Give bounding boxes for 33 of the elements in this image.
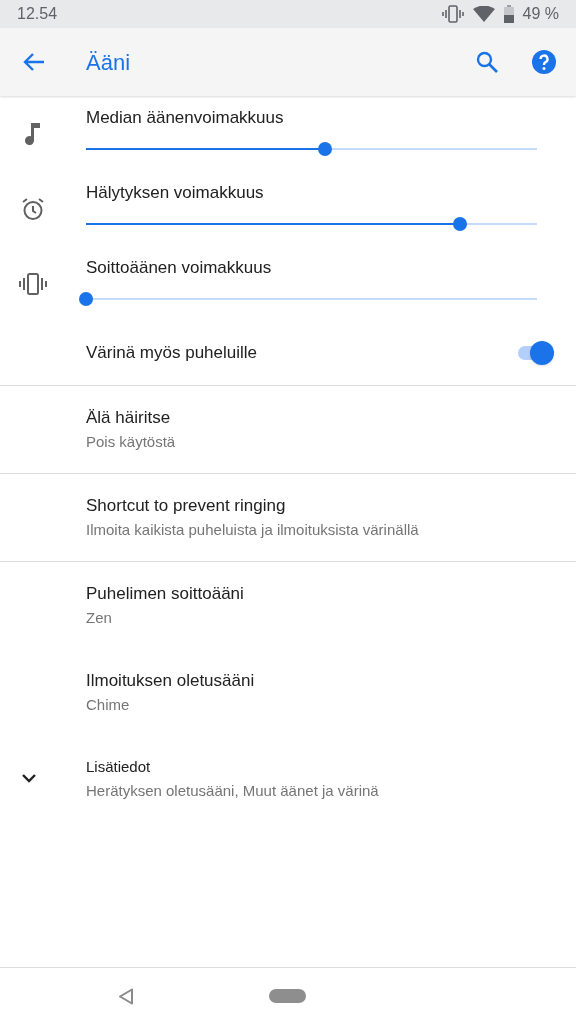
setting-title: Hälytyksen voimakkuus bbox=[86, 182, 265, 204]
alarm-clock-icon bbox=[21, 196, 45, 221]
slider-thumb[interactable] bbox=[318, 142, 332, 156]
battery-icon bbox=[503, 5, 514, 23]
toggle-switch[interactable] bbox=[516, 341, 554, 365]
wifi-icon bbox=[472, 6, 495, 22]
setting-summary: Zen bbox=[86, 608, 113, 628]
setting-title: Median äänenvoimakkuus bbox=[86, 107, 285, 129]
setting-summary: Herätyksen oletusääni, Muut äänet ja värinä bbox=[86, 781, 380, 801]
vibrate-icon bbox=[441, 5, 464, 23]
setting-title: Soittoäänen voimakkuus bbox=[86, 257, 273, 279]
setting-summary: Chime bbox=[86, 695, 131, 715]
music-note-icon bbox=[25, 122, 41, 145]
vibrate-icon bbox=[18, 272, 48, 295]
setting-summary: Ilmoita kaikista puheluista ja ilmoituksista värinällä bbox=[86, 520, 420, 540]
setting-title: Värinä myös puheluille bbox=[86, 342, 258, 365]
slider-thumb[interactable] bbox=[453, 217, 468, 231]
search-icon[interactable] bbox=[475, 50, 499, 74]
chevron-icon[interactable] bbox=[22, 774, 36, 783]
status-time: 12.54 bbox=[17, 4, 58, 24]
setting-title: Puhelimen soittoääni bbox=[86, 583, 245, 605]
back-arrow-icon[interactable] bbox=[22, 52, 46, 72]
battery-percent: 49 % bbox=[522, 4, 559, 24]
setting-title: Älä häiritse bbox=[86, 407, 172, 429]
help-icon[interactable] bbox=[532, 50, 556, 74]
page-title: Ääni bbox=[86, 48, 131, 77]
setting-title: Ilmoituksen oletusääni bbox=[86, 670, 256, 692]
back-nav-icon[interactable] bbox=[118, 988, 134, 1005]
setting-summary: Pois käytöstä bbox=[86, 432, 177, 452]
home-pill[interactable] bbox=[269, 989, 306, 1003]
setting-title: Lisätiedot bbox=[86, 757, 152, 777]
setting-title: Shortcut to prevent ringing bbox=[86, 495, 287, 517]
slider-thumb[interactable] bbox=[79, 292, 93, 306]
